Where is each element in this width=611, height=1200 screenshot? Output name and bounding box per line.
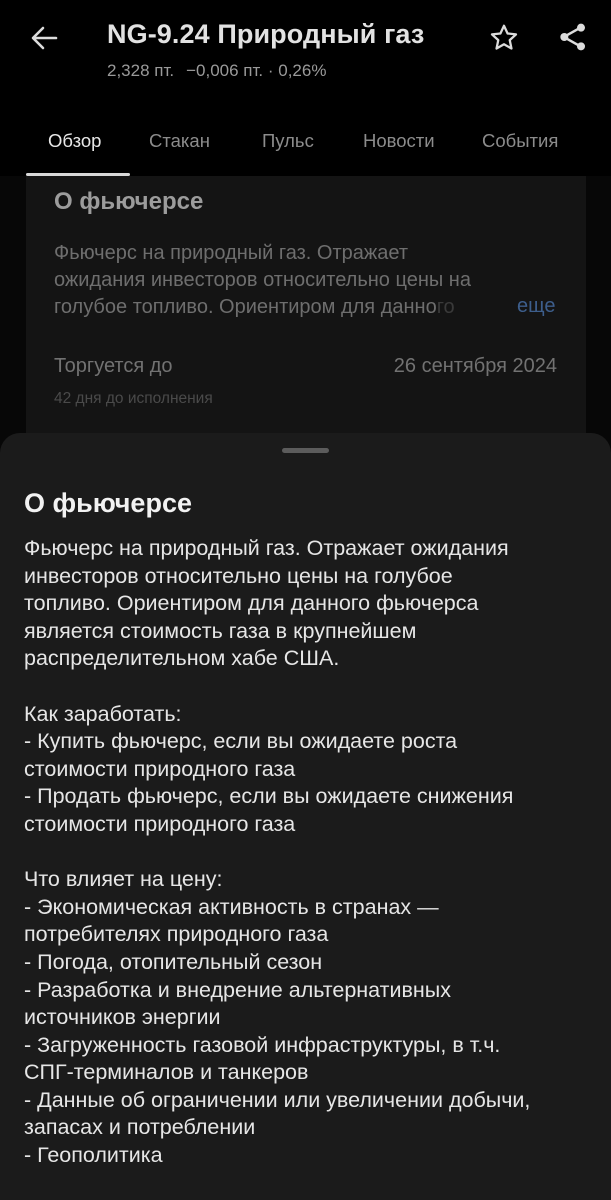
description-line: - Купить фьючерс, если вы ожидаете роста bbox=[24, 729, 458, 754]
description-line: инвесторов относительно цены на голубое bbox=[24, 563, 453, 588]
description-line: - Продать фьючерс, если вы ожидаете сниж… bbox=[24, 784, 514, 809]
share-button[interactable] bbox=[553, 19, 593, 55]
card-description-line: голубое топливо. Ориентиром для данного bbox=[54, 294, 574, 321]
header: NG-9.24 Природный газ 2,328 пт. −0,006 пт… bbox=[0, 0, 611, 100]
description-line: стоимости природного газа bbox=[24, 811, 296, 836]
price-line: 2,328 пт. −0,006 пт. · 0,26% bbox=[107, 61, 326, 81]
tab-overview[interactable]: Обзор bbox=[48, 130, 101, 152]
description-line: Что влияет на цену: bbox=[24, 867, 223, 892]
description-line: запасах и потреблении bbox=[24, 1115, 256, 1140]
tab-events[interactable]: События bbox=[482, 130, 558, 152]
card-description-fade: го bbox=[436, 296, 455, 318]
tab-news[interactable]: Новости bbox=[363, 130, 435, 152]
price-change: −0,006 пт. · 0,26% bbox=[186, 61, 327, 80]
sheet-drag-handle[interactable] bbox=[282, 448, 329, 453]
sheet-title: О фьючерсе bbox=[24, 488, 192, 518]
price-value: 2,328 пт. bbox=[107, 61, 175, 80]
description-line: стоимости природного газа bbox=[24, 756, 296, 781]
description-line: является стоимость газа в крупнейшем bbox=[24, 618, 417, 643]
tab-order-book[interactable]: Стакан bbox=[149, 130, 210, 152]
read-more-link[interactable]: еще bbox=[517, 295, 555, 318]
trade-until-label: Торгуется до bbox=[54, 355, 173, 377]
tab-bar: Обзор Стакан Пульс Новости События bbox=[0, 118, 611, 176]
trade-until-date: 26 сентября 2024 bbox=[393, 355, 557, 377]
arrow-left-icon bbox=[31, 26, 58, 50]
description-line: - Геополитика bbox=[24, 1143, 163, 1168]
description-line: - Экономическая активность в странах — bbox=[24, 894, 439, 919]
sheet-description: Фьючерс на природный газ. Отражает ожида… bbox=[24, 535, 599, 1170]
description-line: Фьючерс на природный газ. Отражает ожида… bbox=[24, 536, 509, 560]
description-line: - Данные об ограничении или увеличении д… bbox=[24, 1087, 531, 1112]
description-line: СПГ-терминалов и танкеров bbox=[24, 1060, 309, 1085]
app-screen: NG-9.24 Природный газ 2,328 пт. −0,006 пт… bbox=[0, 0, 611, 1200]
share-icon bbox=[560, 23, 585, 51]
description-line: источников энергии bbox=[24, 1005, 221, 1030]
card-description-line: ожидания инвесторов относительно цены на bbox=[54, 269, 471, 291]
description-line: Как заработать: bbox=[24, 701, 182, 726]
instrument-title: NG-9.24 Природный газ bbox=[107, 19, 425, 49]
tab-pulse[interactable]: Пульс bbox=[262, 130, 314, 152]
description-line: топливо. Ориентиром для данного фьючерса bbox=[24, 591, 479, 616]
back-button[interactable] bbox=[26, 20, 62, 56]
star-outline-icon bbox=[490, 24, 518, 50]
description-line: - Разработка и внедрение альтернативных bbox=[24, 977, 451, 1002]
bottom-sheet[interactable]: О фьючерсе Фьючерс на природный газ. Отр… bbox=[0, 433, 611, 1200]
days-to-expiry: 42 дня до исполнения bbox=[54, 390, 213, 407]
card-description-text: голубое топливо. Ориентиром для данно bbox=[54, 296, 437, 318]
description-line: - Погода, отопительный сезон bbox=[24, 949, 323, 974]
description-line: потребителях природного газа bbox=[24, 922, 329, 947]
favorite-button[interactable] bbox=[484, 20, 524, 56]
description-line: - Загруженность газовой инфраструктуры, … bbox=[24, 1032, 501, 1057]
description-line: распределительном хабе США. bbox=[24, 646, 340, 671]
card-description-line: Фьючерс на природный газ. Отражает bbox=[54, 242, 409, 264]
card-title: О фьючерсе bbox=[54, 188, 204, 215]
card-description: Фьючерс на природный газ. Отражает ожида… bbox=[54, 240, 574, 321]
